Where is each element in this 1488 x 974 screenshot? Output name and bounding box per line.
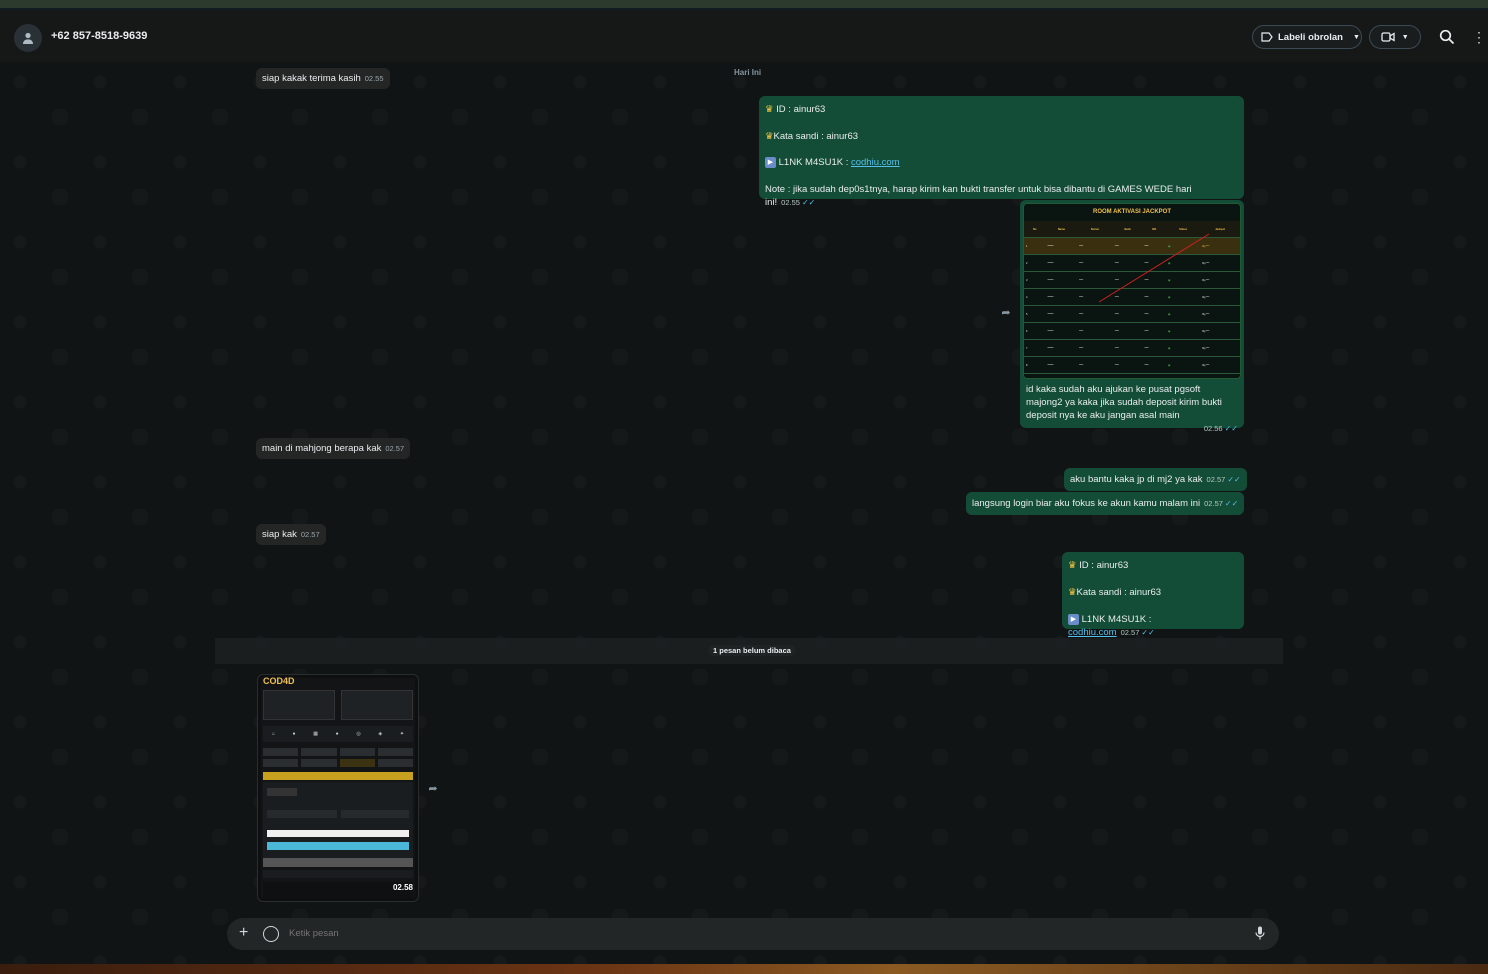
menu-icon[interactable]: ⋮ <box>1472 28 1486 46</box>
message-outgoing[interactable]: langsung login biar aku fokus ke akun ka… <box>966 492 1245 515</box>
play-icon: ▶ <box>765 156 776 168</box>
chat-panel: Hari Ini siap kakak terima kasih 02.55 ♛ … <box>0 62 1488 974</box>
crown-icon: ♛ <box>765 104 774 115</box>
read-ticks-icon: ✓✓ <box>801 198 816 207</box>
message-time: 02.58 <box>392 883 413 892</box>
search-icon[interactable] <box>1438 28 1456 46</box>
video-call-icon <box>1381 32 1395 42</box>
label-icon <box>1261 32 1273 42</box>
message-time: 02.57 <box>1204 499 1223 508</box>
avatar[interactable] <box>14 24 42 52</box>
message-time: 02.57 <box>1120 628 1140 637</box>
message-line: L1NK M4SU1K : <box>778 157 851 168</box>
crown-icon: ♛ <box>1068 560 1077 571</box>
message-outgoing[interactable]: ♛ ID : ainur63 ♛Kata sandi : ainur63 ▶ L… <box>759 96 1244 208</box>
unread-separator: 1 pesan belum dibaca <box>215 638 1283 664</box>
browser-top-strip <box>0 0 1488 10</box>
label-chat-button[interactable]: Labeli obrolan ▼ <box>1252 25 1362 49</box>
chevron-down-icon: ▼ <box>1401 33 1409 41</box>
crown-icon: ♛ <box>1068 587 1077 598</box>
label-chat-text: Labeli obrolan <box>1278 31 1343 43</box>
message-composer: + <box>227 918 1279 950</box>
chevron-down-icon: ▼ <box>1352 33 1360 41</box>
play-icon: ▶ <box>1068 613 1079 625</box>
message-text: main di mahjong berapa kak <box>262 443 382 454</box>
forward-icon[interactable]: ➦ <box>997 304 1015 322</box>
image-title: COD4D <box>263 676 295 686</box>
message-incoming[interactable]: main di mahjong berapa kak 02.57 <box>256 438 411 459</box>
read-ticks-icon: ✓✓ <box>1224 424 1238 433</box>
message-time: 02.57 <box>300 530 320 539</box>
message-incoming[interactable]: siap kak 02.57 <box>256 524 326 545</box>
message-incoming[interactable]: siap kakak terima kasih 02.55 <box>256 68 390 89</box>
message-line: L1NK M4SU1K : <box>1081 614 1152 625</box>
message-text: aku bantu kaka jp di mj2 ya kak <box>1070 474 1203 485</box>
message-time: 02.56 <box>1203 424 1223 433</box>
message-text: siap kakak terima kasih <box>262 73 361 84</box>
message-outgoing[interactable]: ♛ ID : ainur63 ♛Kata sandi : ainur63 ▶ L… <box>1062 552 1244 638</box>
message-input[interactable] <box>289 928 1189 939</box>
sticker-icon[interactable] <box>263 926 279 942</box>
message-link[interactable]: codhiu.com <box>851 157 900 168</box>
microphone-icon[interactable] <box>1255 926 1265 940</box>
message-line: ID : ainur63 <box>776 104 826 115</box>
contact-name[interactable]: +62 857-8518-9639 <box>51 30 147 42</box>
unread-label: 1 pesan belum dibaca <box>708 645 796 656</box>
plus-icon[interactable]: + <box>239 924 248 942</box>
message-incoming-image[interactable]: COD4D ⌂ ● ▦ ● ◎ ◈ ✦ 02.58 <box>257 674 419 902</box>
message-outgoing[interactable]: aku bantu kaka jp di mj2 ya kak 02.57 ✓✓ <box>1064 468 1247 491</box>
date-chip: Hari Ini <box>734 68 762 77</box>
message-link[interactable]: codhiu.com <box>1068 627 1117 638</box>
message-text: siap kak <box>262 529 297 540</box>
crown-icon: ♛ <box>765 131 774 142</box>
message-line: Kata sandi : ainur63 <box>1076 587 1162 598</box>
message-time: 02.57 <box>385 444 405 453</box>
message-outgoing-image[interactable]: ROOM AKTIVASI JACKPOT No Nama Nomor Bank WA S… <box>1020 200 1244 433</box>
read-ticks-icon: ✓✓ <box>1224 499 1239 508</box>
os-taskbar <box>0 964 1488 974</box>
red-arrow-annotation <box>1098 233 1210 303</box>
video-call-button[interactable]: ▼ <box>1369 25 1421 49</box>
person-icon <box>23 32 33 44</box>
message-line: Kata sandi : ainur63 <box>773 131 859 142</box>
message-line: ID : ainur63 <box>1079 560 1129 571</box>
image-caption: id kaka sudah aku ajukan ke pusat pgsoft… <box>1026 384 1222 421</box>
read-ticks-icon: ✓✓ <box>1227 475 1241 484</box>
forward-icon[interactable]: ➦ <box>424 780 442 798</box>
website-screenshot-image[interactable]: COD4D ⌂ ● ▦ ● ◎ ◈ ✦ 02.58 <box>261 676 415 898</box>
jackpot-image[interactable]: ROOM AKTIVASI JACKPOT No Nama Nomor Bank WA S… <box>1023 203 1241 379</box>
read-ticks-icon: ✓✓ <box>1141 628 1155 637</box>
message-time: 02.57 <box>1206 475 1226 484</box>
chat-header: +62 857-8518-9639 Labeli obrolan ▼ ▼ ⋮ <box>0 10 1488 62</box>
message-time: 02.55 <box>364 74 384 83</box>
message-text: langsung login biar aku fokus ke akun ka… <box>972 498 1201 509</box>
message-time: 02.55 <box>781 198 800 207</box>
